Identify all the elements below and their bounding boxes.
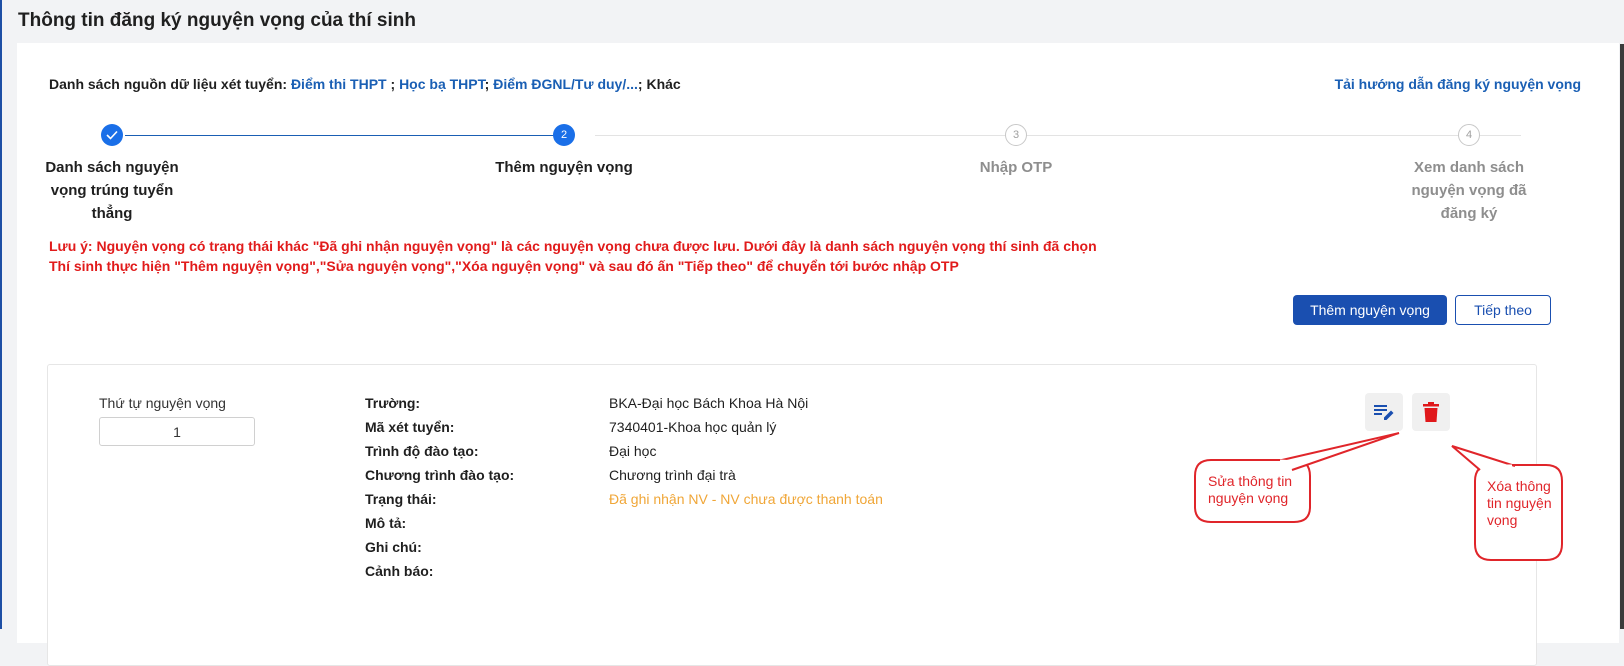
field-label-status: Trạng thái: (365, 491, 437, 507)
sources-sep: ; (386, 76, 400, 92)
step-1-label: Danh sách nguyện vọng trúng tuyển thẳng (45, 159, 179, 222)
page-title: Thông tin đăng ký nguyện vọng của thí si… (18, 10, 416, 31)
delete-callout-text: Xóa thông tin nguyện vọng (1487, 478, 1552, 529)
source-link-thpt-scores[interactable]: Điểm thi THPT (291, 76, 387, 92)
warning-note-line-2: Thí sinh thực hiện "Thêm nguyện vọng","S… (49, 258, 959, 274)
step-3-label: Nhập OTP (979, 159, 1053, 176)
field-label-description: Mô tả: (365, 515, 407, 531)
step-2-marker: 2 (553, 124, 575, 146)
delete-callout-line-1: Xóa thông (1487, 478, 1551, 494)
delete-callout-line-3: vọng (1487, 512, 1518, 528)
add-wish-button[interactable]: Thêm nguyện vọng (1293, 295, 1447, 325)
field-value-admission-code: 7340401-Khoa học quản lý (609, 419, 777, 435)
scrollbar[interactable] (1620, 44, 1624, 629)
source-link-transcript[interactable]: Học bạ THPT (399, 76, 485, 92)
edit-callout-text: Sửa thông tin nguyện vọng (1208, 473, 1292, 507)
edit-wish-button[interactable] (1365, 393, 1403, 431)
next-button[interactable]: Tiếp theo (1455, 295, 1551, 325)
step-2-label: Thêm nguyện vọng (495, 159, 633, 176)
left-edge-bar (0, 0, 2, 629)
source-link-aptitude[interactable]: Điểm ĐGNL/Tư duy/... (493, 76, 638, 92)
field-label-training-level: Trình độ đào tạo: (365, 443, 479, 459)
step-4-marker: 4 (1458, 124, 1480, 146)
field-value-school: BKA-Đại học Bách Khoa Hà Nội (609, 395, 809, 411)
data-sources-line: Danh sách nguồn dữ liệu xét tuyển: Điểm … (49, 76, 681, 92)
field-label-note: Ghi chú: (365, 539, 422, 555)
sources-prefix: Danh sách nguồn dữ liệu xét tuyển: (49, 76, 291, 92)
trash-icon (1423, 402, 1439, 422)
delete-callout-line-2: tin nguyện (1487, 495, 1552, 511)
step-4-label: Xem danh sách nguyện vọng đã đăng ký (1411, 159, 1527, 222)
step-3-marker: 3 (1005, 124, 1027, 146)
sources-sep: ; (484, 76, 494, 92)
stepper-line-pending (595, 135, 1521, 136)
step-1-marker (101, 124, 123, 146)
field-value-status: Đã ghi nhận NV - NV chưa được thanh toán (609, 491, 883, 507)
field-label-admission-code: Mã xét tuyển: (365, 419, 455, 435)
wish-order-input[interactable] (99, 417, 255, 446)
delete-wish-button[interactable] (1412, 393, 1450, 431)
edit-callout-line-2: nguyện vọng (1208, 490, 1289, 506)
check-icon (106, 130, 118, 140)
source-other: Khác (646, 76, 681, 92)
field-label-warning: Cảnh báo: (365, 563, 434, 579)
field-label-school: Trường: (365, 395, 421, 411)
main-panel: Danh sách nguồn dữ liệu xét tuyển: Điểm … (17, 43, 1619, 666)
warning-note-line-1: Lưu ý: Nguyện vọng có trạng thái khác "Đ… (49, 238, 1097, 254)
field-value-program: Chương trình đại trà (609, 467, 736, 483)
stepper-line-complete (125, 135, 571, 136)
edit-callout-line-1: Sửa thông tin (1208, 473, 1293, 489)
field-value-training-level: Đại học (609, 443, 657, 459)
field-label-program: Chương trình đào tạo: (365, 467, 515, 483)
edit-note-icon (1374, 405, 1394, 420)
wish-card: Thứ tự nguyện vọng Trường: BKA-Đại học B… (47, 364, 1537, 666)
page-header: Thông tin đăng ký nguyện vọng của thí si… (2, 0, 1620, 43)
download-guide-link[interactable]: Tải hướng dẫn đăng ký nguyện vọng (1335, 76, 1581, 92)
wish-order-label: Thứ tự nguyện vọng (99, 395, 226, 411)
